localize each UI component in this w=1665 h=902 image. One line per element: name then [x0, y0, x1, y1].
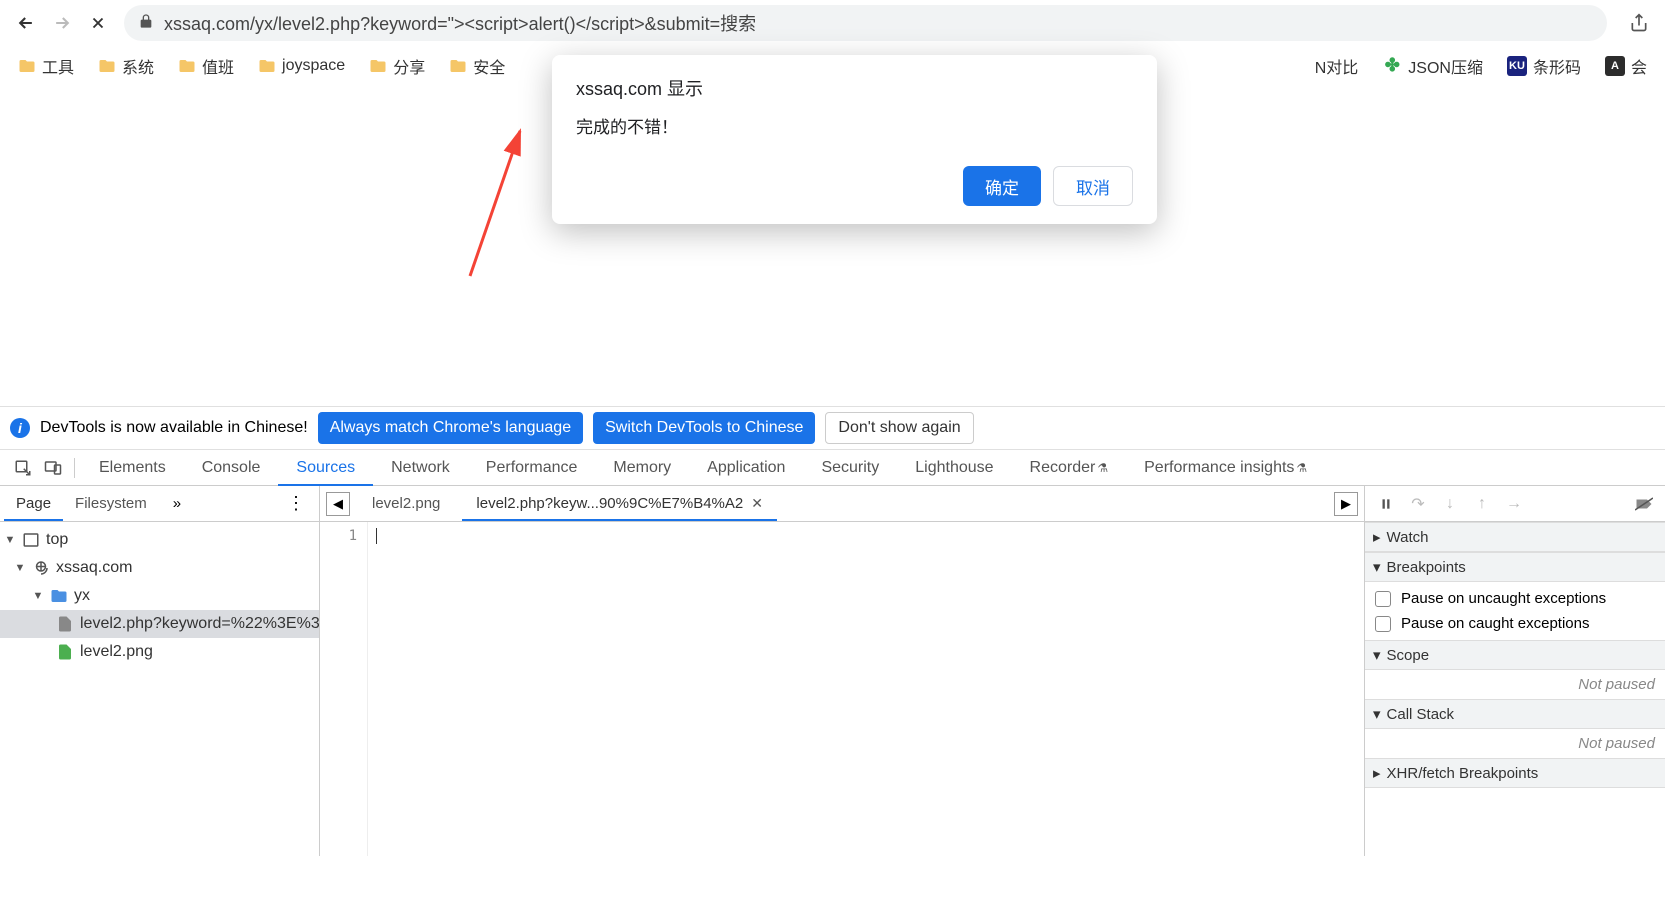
bookmark-item[interactable]: 安全 — [441, 50, 513, 82]
annotation-arrow — [450, 126, 540, 286]
bookmark-item[interactable]: 分享 — [361, 50, 433, 82]
step-into-icon[interactable]: ↓ — [1439, 493, 1461, 515]
tab-elements[interactable]: Elements — [81, 451, 184, 485]
filesystem-tab[interactable]: Filesystem — [63, 487, 159, 520]
checkbox-icon[interactable] — [1375, 616, 1391, 632]
tree-folder-yx[interactable]: ▼yx — [0, 582, 319, 610]
tab-sources[interactable]: Sources — [278, 451, 373, 485]
tab-security[interactable]: Security — [803, 451, 897, 485]
panel-menu-icon[interactable]: ⋮ — [277, 489, 315, 518]
bookmark-item[interactable]: A会 — [1597, 50, 1655, 82]
device-toolbar-icon[interactable] — [38, 453, 68, 483]
xhr-section-header[interactable]: ▸XHR/fetch Breakpoints — [1365, 758, 1665, 788]
dialog-message: 完成的不错！ — [576, 113, 1133, 138]
forward-button[interactable] — [44, 5, 80, 41]
editor-debug-toggle-icon[interactable]: ▶ — [1334, 492, 1358, 516]
chevron-right-icon: ▸ — [1373, 764, 1381, 782]
debugger-controls: ↷ ↓ ↑ → — [1365, 486, 1665, 522]
close-tab-icon[interactable]: ✕ — [751, 495, 763, 512]
tab-memory[interactable]: Memory — [595, 451, 689, 485]
pause-uncaught-checkbox-row[interactable]: Pause on uncaught exceptions — [1375, 586, 1655, 611]
code-editor[interactable]: 1 — [320, 522, 1364, 856]
tab-performance[interactable]: Performance — [468, 451, 596, 485]
bookmark-item[interactable]: 系统 — [90, 50, 162, 82]
switch-devtools-language-button[interactable]: Switch DevTools to Chinese — [593, 412, 815, 444]
always-match-language-button[interactable]: Always match Chrome's language — [318, 412, 583, 444]
bookmark-item[interactable]: KU条形码 — [1499, 50, 1589, 82]
bookmark-item[interactable]: joyspace — [250, 53, 353, 79]
lock-icon — [138, 13, 154, 34]
editor-tab-bar: ◀ level2.png level2.php?keyw...90%9C%E7%… — [320, 486, 1364, 522]
step-over-icon[interactable]: ↷ — [1407, 493, 1429, 515]
more-tabs-icon[interactable]: » — [165, 491, 189, 516]
file-tree: ▼top ▼xssaq.com ▼yx level2.php?keyword=%… — [0, 522, 319, 670]
callstack-not-paused: Not paused — [1365, 729, 1665, 758]
bookmark-item[interactable]: 工具 — [10, 50, 82, 82]
deactivate-breakpoints-icon[interactable] — [1633, 493, 1655, 515]
dialog-title: xssaq.com 显示 — [576, 75, 1133, 101]
tab-application[interactable]: Application — [689, 451, 803, 485]
debugger-sidebar: ↷ ↓ ↑ → ▸Watch ▾Breakpoints Pause on unc… — [1365, 486, 1665, 856]
chevron-down-icon: ▾ — [1373, 558, 1381, 576]
flower-icon: ✤ — [1382, 56, 1402, 76]
editor-tab-level2-php[interactable]: level2.php?keyw...90%9C%E7%B4%A2✕ — [462, 487, 777, 520]
tab-lighthouse[interactable]: Lighthouse — [897, 451, 1011, 485]
share-button[interactable] — [1621, 5, 1657, 41]
tree-domain[interactable]: ▼xssaq.com — [0, 554, 319, 582]
chevron-right-icon: ▸ — [1373, 528, 1381, 546]
tab-performance-insights[interactable]: Performance insights⚗ — [1126, 451, 1325, 485]
back-button[interactable] — [8, 5, 44, 41]
dialog-ok-button[interactable]: 确定 — [963, 166, 1041, 206]
devtools-sources-panel: Page Filesystem » ⋮ ▼top ▼xssaq.com ▼yx … — [0, 486, 1665, 856]
stop-button[interactable] — [80, 5, 116, 41]
info-icon: i — [10, 418, 30, 438]
checkbox-icon[interactable] — [1375, 591, 1391, 607]
ku-icon: KU — [1507, 56, 1527, 76]
pause-icon[interactable] — [1375, 493, 1397, 515]
flask-icon: ⚗ — [1097, 461, 1108, 475]
editor-tab-level2-png[interactable]: level2.png — [358, 487, 454, 520]
javascript-alert-dialog: xssaq.com 显示 完成的不错！ 确定 取消 — [552, 55, 1157, 224]
devtools-tab-bar: Elements Console Sources Network Perform… — [0, 450, 1665, 486]
inspect-element-icon[interactable] — [8, 453, 38, 483]
url-text: xssaq.com/yx/level2.php?keyword="><scrip… — [164, 10, 756, 36]
address-bar[interactable]: xssaq.com/yx/level2.php?keyword="><scrip… — [124, 5, 1607, 41]
scope-section-header[interactable]: ▾Scope — [1365, 640, 1665, 670]
tab-network[interactable]: Network — [373, 451, 468, 485]
code-content[interactable] — [368, 522, 1364, 856]
browser-nav-bar: xssaq.com/yx/level2.php?keyword="><scrip… — [0, 0, 1665, 46]
step-icon[interactable]: → — [1503, 493, 1525, 515]
tree-frame-top[interactable]: ▼top — [0, 526, 319, 554]
chevron-down-icon: ▾ — [1373, 646, 1381, 664]
line-number: 1 — [320, 522, 368, 856]
editor-nav-toggle-icon[interactable]: ◀ — [326, 492, 350, 516]
sources-navigator: Page Filesystem » ⋮ ▼top ▼xssaq.com ▼yx … — [0, 486, 320, 856]
tree-file-php[interactable]: level2.php?keyword=%22%3E%3 — [0, 610, 319, 638]
tab-recorder[interactable]: Recorder⚗ — [1012, 451, 1127, 485]
bookmark-item[interactable]: N对比 — [1307, 50, 1367, 82]
watch-section-header[interactable]: ▸Watch — [1365, 522, 1665, 552]
step-out-icon[interactable]: ↑ — [1471, 493, 1493, 515]
breakpoints-section-header[interactable]: ▾Breakpoints — [1365, 552, 1665, 582]
scope-not-paused: Not paused — [1365, 670, 1665, 699]
a-icon: A — [1605, 56, 1625, 76]
tab-console[interactable]: Console — [184, 451, 279, 485]
bookmark-item[interactable]: ✤JSON压缩 — [1374, 50, 1491, 82]
flask-icon: ⚗ — [1296, 461, 1307, 475]
page-tab[interactable]: Page — [4, 487, 63, 520]
tree-file-png[interactable]: level2.png — [0, 638, 319, 666]
chevron-down-icon: ▾ — [1373, 705, 1381, 723]
call-stack-section-header[interactable]: ▾Call Stack — [1365, 699, 1665, 729]
navigator-tabs: Page Filesystem » ⋮ — [0, 486, 319, 522]
notice-text: DevTools is now available in Chinese! — [40, 419, 308, 437]
sources-editor: ◀ level2.png level2.php?keyw...90%9C%E7%… — [320, 486, 1365, 856]
dialog-cancel-button[interactable]: 取消 — [1053, 166, 1133, 206]
bookmark-item[interactable]: 值班 — [170, 50, 242, 82]
pause-caught-checkbox-row[interactable]: Pause on caught exceptions — [1375, 611, 1655, 636]
devtools-language-notice: i DevTools is now available in Chinese! … — [0, 406, 1665, 450]
dont-show-again-button[interactable]: Don't show again — [825, 412, 973, 444]
